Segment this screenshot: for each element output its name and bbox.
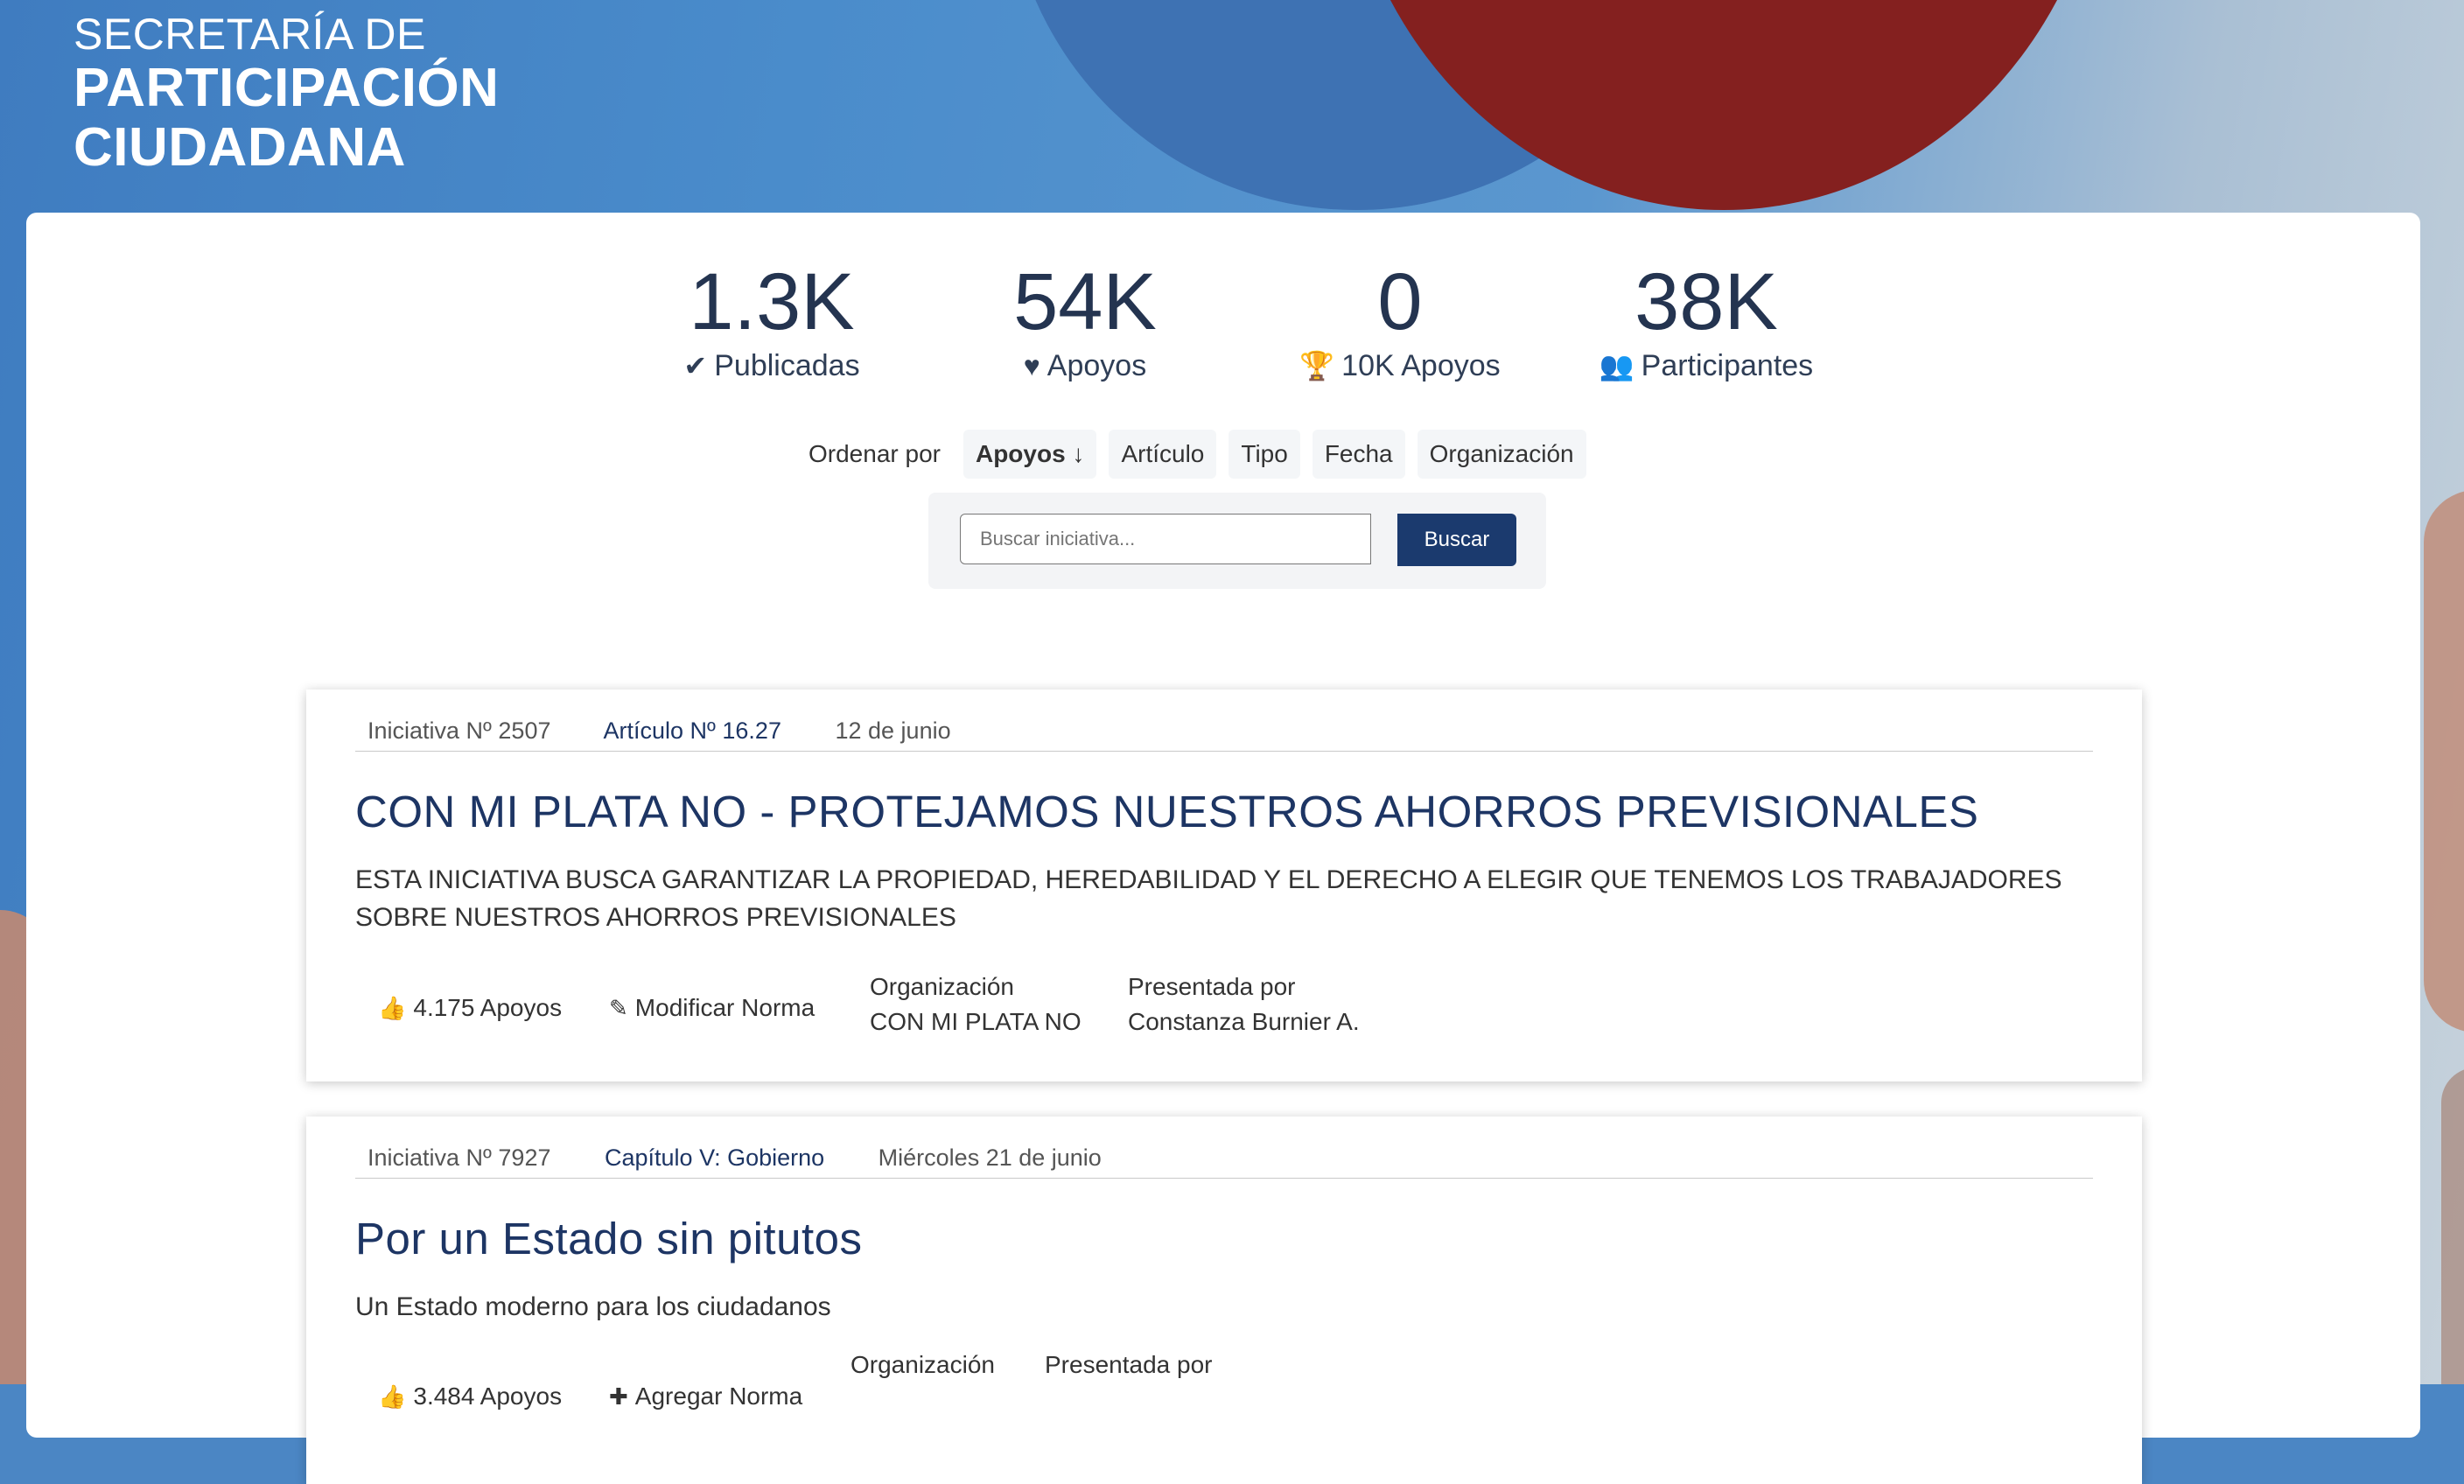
stat-label: Participantes (1641, 349, 1814, 382)
sort-articulo-button[interactable]: Artículo (1109, 430, 1217, 479)
organization-label: Organización (870, 973, 1014, 1000)
background-photo-right-lower (2441, 1068, 2464, 1384)
initiative-meta: Iniciativa Nº 7927 Capítulo V: Gobierno … (368, 1144, 1149, 1172)
stat-value: 38K (1634, 257, 1778, 346)
thumbs-up-icon: 👍 (378, 995, 407, 1021)
stat-publicadas: 1.3K ✔ Publicadas (649, 262, 894, 383)
trophy-icon: 🏆 (1299, 350, 1335, 382)
initiative-title[interactable]: CON MI PLATA NO - PROTEJAMOS NUESTROS AH… (355, 786, 1978, 837)
initiative-type: ✚ Agregar Norma (609, 1379, 802, 1414)
organization-block: Organización (850, 1348, 995, 1382)
stat-value: 0 (1377, 257, 1423, 346)
supports-count[interactable]: 👍 3.484 Apoyos (378, 1379, 562, 1414)
initiative-card[interactable]: Iniciativa Nº 7927 Capítulo V: Gobierno … (306, 1116, 2142, 1484)
logo-line-2: PARTICIPACIÓN (74, 58, 500, 118)
initiative-description: ESTA INICIATIVA BUSCA GARANTIZAR LA PROP… (355, 865, 2062, 932)
initiative-date: 12 de junio (835, 718, 951, 744)
sort-bar: Ordenar por Apoyos ↓ Artículo Tipo Fecha… (808, 428, 1586, 480)
stat-label: Apoyos (1046, 349, 1147, 382)
presenter-block: Presentada por (1045, 1348, 1212, 1382)
initiative-description: Un Estado moderno para los ciudadanos (355, 1292, 831, 1321)
sort-label: Ordenar por (808, 440, 941, 467)
initiative-footer: 👍 3.484 Apoyos ✚ Agregar Norma Organizació… (355, 1348, 2018, 1426)
initiative-title[interactable]: Por un Estado sin pitutos (355, 1213, 863, 1264)
sort-organizacion-button[interactable]: Organización (1417, 430, 1586, 479)
initiative-date: Miércoles 21 de junio (878, 1144, 1102, 1171)
check-icon: ✔ (683, 350, 708, 382)
supports-label: 3.484 Apoyos (413, 1382, 563, 1410)
sort-fecha-button[interactable]: Fecha (1312, 430, 1405, 479)
organization-label: Organización (850, 1351, 995, 1378)
search-box: Buscar (928, 493, 1546, 589)
initiative-footer: 👍 4.175 Apoyos ✎ Modificar Norma Organizac… (355, 970, 2018, 1048)
logo-line-3: CIUDADANA (74, 117, 406, 178)
supports-label: 4.175 Apoyos (413, 994, 563, 1021)
initiative-card[interactable]: Iniciativa Nº 2507 Artículo Nº 16.27 12 … (306, 690, 2142, 1082)
presented-label: Presentada por (1128, 973, 1296, 1000)
sort-apoyos-button[interactable]: Apoyos ↓ (962, 430, 1097, 479)
initiative-article-link[interactable]: Artículo Nº 16.27 (604, 718, 781, 744)
plus-icon: ✚ (609, 1383, 628, 1410)
stat-label: 10K Apoyos (1341, 349, 1501, 382)
stat-participantes: 38K 👥 Participantes (1575, 262, 1838, 383)
presenter-block: Presentada por Constanza Burnier A. (1128, 970, 1360, 1040)
site-logo[interactable]: SECRETARÍA DE PARTICIPACIÓN CIUDADANA (74, 12, 499, 175)
stat-label: Publicadas (714, 349, 860, 382)
search-input[interactable] (960, 514, 1371, 564)
sort-tipo-button[interactable]: Tipo (1228, 430, 1300, 479)
initiative-type: ✎ Modificar Norma (609, 990, 815, 1026)
stat-value: 1.3K (689, 257, 855, 346)
stat-10k-apoyos: 0 🏆 10K Apoyos (1269, 262, 1531, 383)
background-photo-right (2424, 490, 2464, 1032)
initiative-meta: Iniciativa Nº 2507 Artículo Nº 16.27 12 … (368, 718, 998, 745)
presented-label: Presentada por (1045, 1351, 1213, 1378)
divider (355, 1178, 2093, 1179)
supports-count[interactable]: 👍 4.175 Apoyos (378, 990, 562, 1026)
organization-name: CON MI PLATA NO (870, 1008, 1082, 1035)
users-icon: 👥 (1599, 350, 1634, 382)
divider (355, 751, 2093, 752)
initiative-number: Iniciativa Nº 2507 (368, 718, 551, 744)
type-label: Modificar Norma (634, 994, 816, 1021)
presenter-name: Constanza Burnier A. (1128, 1008, 1360, 1035)
heart-icon: ♥ (1023, 350, 1040, 382)
organization-block: Organización CON MI PLATA NO (870, 970, 1082, 1040)
search-button[interactable]: Buscar (1397, 514, 1516, 566)
stat-apoyos: 54K ♥ Apoyos (971, 262, 1199, 383)
pencil-icon: ✎ (609, 995, 628, 1021)
logo-line-1: SECRETARÍA DE (74, 10, 426, 59)
initiative-article-link[interactable]: Capítulo V: Gobierno (605, 1144, 824, 1171)
initiative-number: Iniciativa Nº 7927 (368, 1144, 551, 1171)
stat-value: 54K (1013, 257, 1157, 346)
type-label: Agregar Norma (634, 1382, 803, 1410)
thumbs-up-icon: 👍 (378, 1383, 407, 1410)
